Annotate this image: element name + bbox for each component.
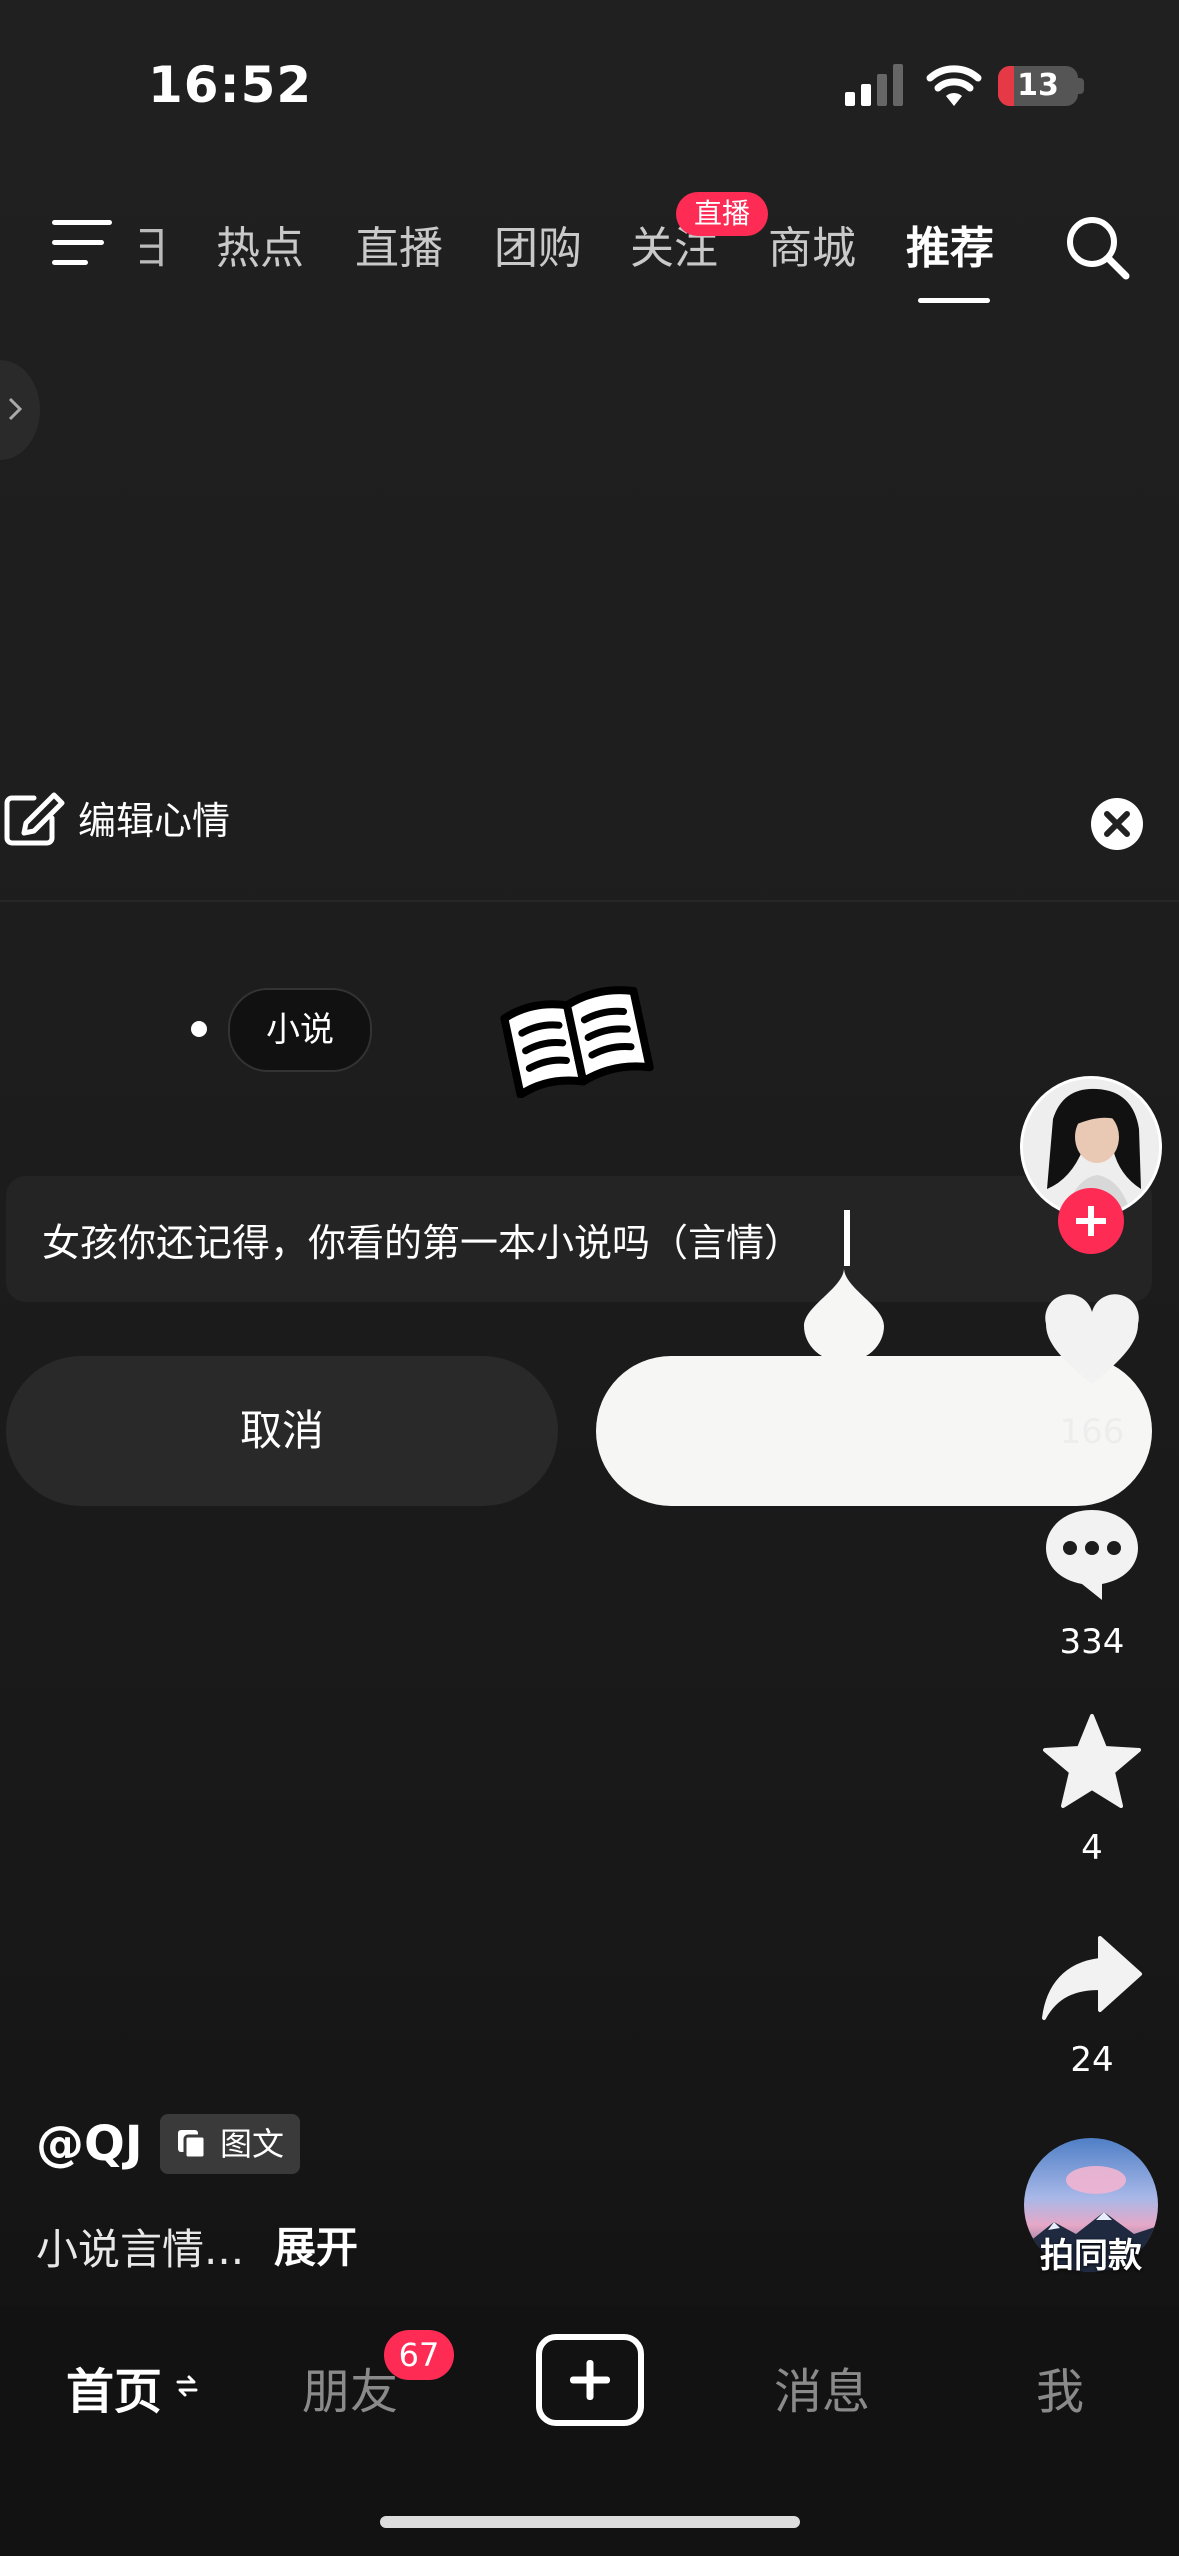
tab-group-buy[interactable]: 团购: [494, 212, 582, 276]
novel-tag[interactable]: 小说: [228, 988, 372, 1072]
tab-mall[interactable]: 商城: [768, 212, 856, 276]
menu-icon[interactable]: [52, 218, 116, 268]
favorite-star-icon[interactable]: [1040, 1710, 1144, 1814]
close-button[interactable]: [1091, 798, 1143, 850]
create-post-button[interactable]: [536, 2334, 644, 2426]
live-badge: 直播: [676, 192, 769, 236]
tab-friends[interactable]: 朋友: [302, 2352, 398, 2422]
comment-icon[interactable]: [1040, 1502, 1144, 1606]
battery-level: 13: [1017, 68, 1059, 103]
wifi-icon: [926, 65, 982, 106]
edit-icon: [4, 792, 65, 846]
home-indicator: [380, 2516, 800, 2528]
tab-hot[interactable]: 热点: [216, 212, 304, 276]
comment-count: 334: [1059, 1622, 1125, 1662]
post-type-badge: 图文: [160, 2114, 301, 2174]
friends-badge: 67: [384, 2330, 454, 2380]
tab-me[interactable]: 我: [1036, 2352, 1084, 2422]
favorite-count: 4: [1081, 1828, 1103, 1868]
side-panel-handle[interactable]: [0, 360, 40, 460]
signal-icon: [845, 64, 903, 106]
mood-text-value[interactable]: 女孩你还记得，你看的第一本小说吗（言情）: [42, 1212, 802, 1267]
follow-button[interactable]: [1058, 1188, 1124, 1254]
use-template-label[interactable]: 拍同款: [1040, 2228, 1142, 2277]
share-arrow-icon[interactable]: [1040, 1928, 1144, 2032]
book-sticker-icon[interactable]: [496, 978, 656, 1098]
edit-mood-title: 编辑心情: [78, 799, 231, 843]
tab-partial[interactable]: 日: [140, 212, 170, 276]
panel-divider: [0, 900, 1179, 902]
tab-home[interactable]: 首页: [66, 2352, 162, 2422]
tab-recommend[interactable]: 推荐: [906, 212, 994, 276]
text-caret: [844, 1210, 850, 1266]
heart-icon[interactable]: [1040, 1292, 1144, 1396]
active-tab-indicator: [918, 298, 990, 303]
tab-live[interactable]: 直播: [355, 212, 443, 276]
tag-dot: [191, 1021, 207, 1037]
close-icon: [1104, 811, 1130, 837]
post-description: 小说言情...: [36, 2225, 245, 2274]
battery-tip: [1078, 78, 1084, 94]
chevron-right-icon: [8, 397, 23, 421]
battery-icon: 13: [998, 66, 1078, 106]
post-type-label: 图文: [220, 2125, 285, 2163]
tab-messages[interactable]: 消息: [774, 2352, 870, 2422]
like-count: 166: [1059, 1412, 1125, 1452]
status-time: 16:52: [148, 56, 313, 114]
cancel-button[interactable]: 取消: [6, 1356, 558, 1506]
image-stack-icon: [178, 2130, 207, 2160]
author-name[interactable]: @QJ: [36, 2116, 143, 2172]
expand-link[interactable]: 展开: [274, 2214, 358, 2275]
search-icon[interactable]: [1062, 212, 1132, 282]
share-count: 24: [1070, 2040, 1114, 2080]
selection-handle[interactable]: [800, 1266, 888, 1362]
swap-icon[interactable]: [176, 2374, 198, 2398]
